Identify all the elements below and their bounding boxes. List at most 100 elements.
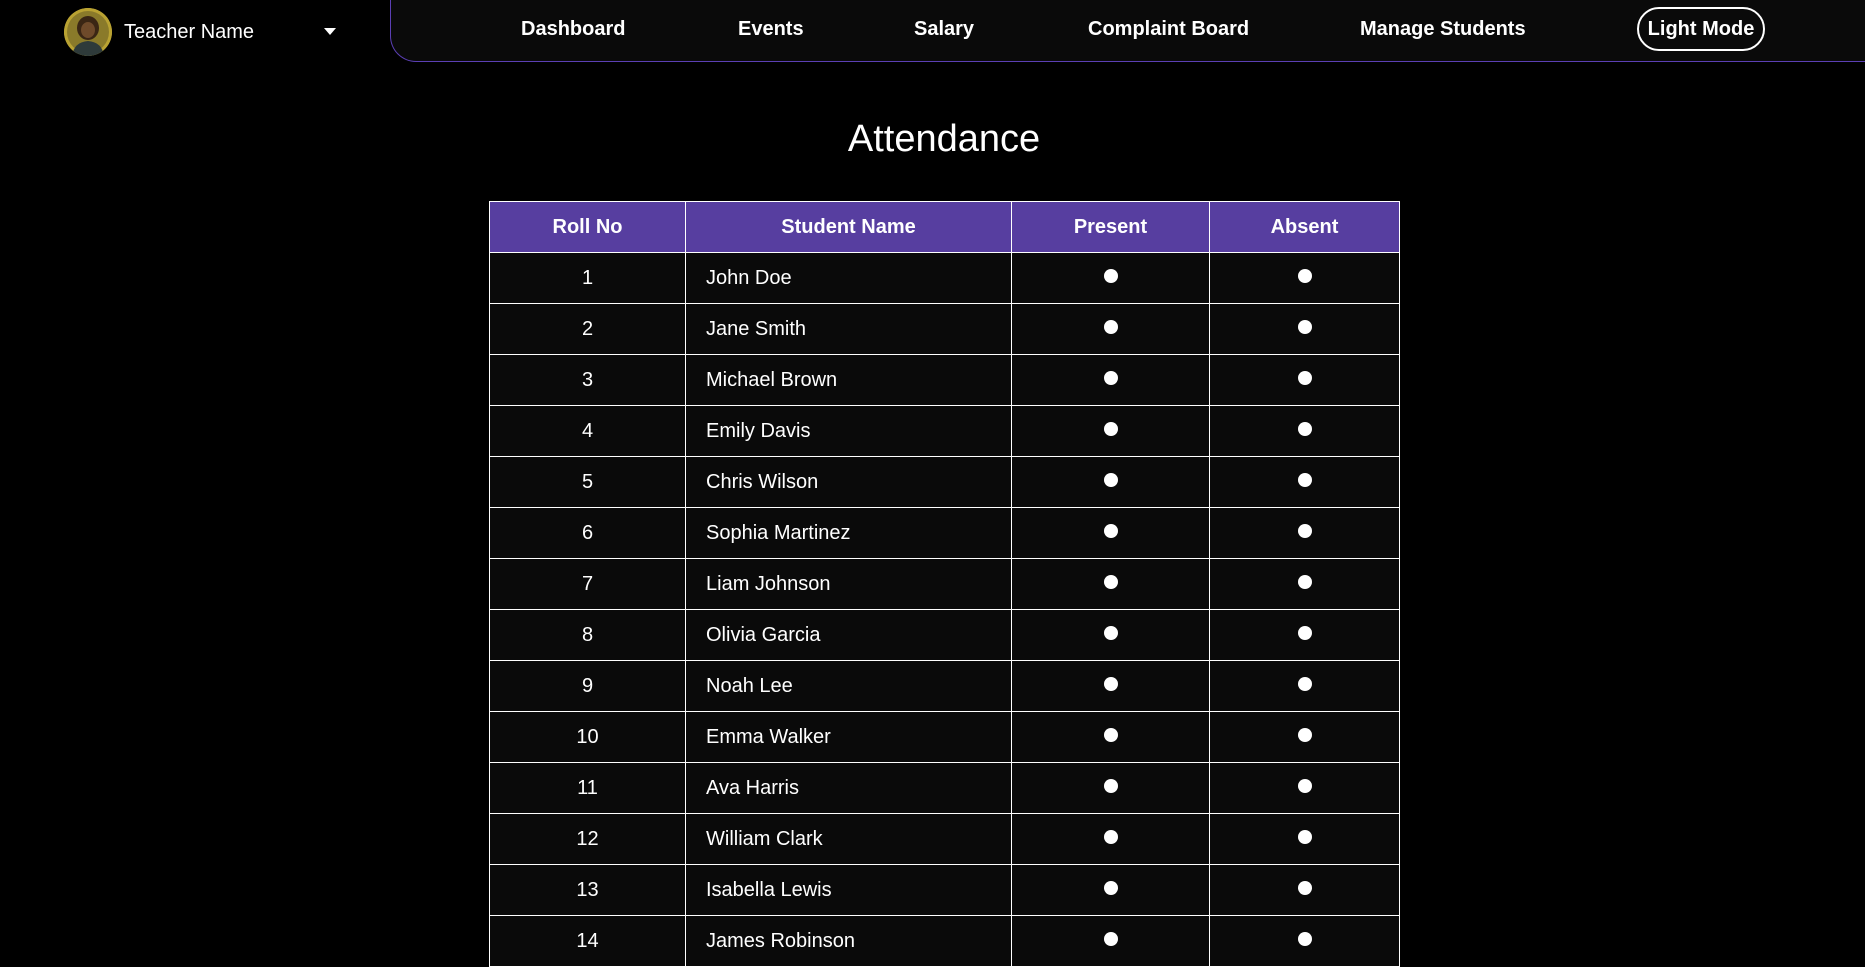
absent-radio[interactable] [1297, 473, 1312, 488]
present-cell [1011, 303, 1210, 355]
roll-no-cell: 11 [489, 762, 686, 814]
absent-cell [1209, 507, 1400, 559]
absent-cell [1209, 915, 1400, 967]
table-row: 9 Noah Lee [489, 660, 1400, 712]
nav-manage-students[interactable]: Manage Students [1360, 18, 1526, 41]
present-radio[interactable] [1103, 473, 1118, 488]
absent-cell [1209, 303, 1400, 355]
absent-radio[interactable] [1297, 422, 1312, 437]
absent-radio[interactable] [1297, 320, 1312, 335]
absent-cell [1209, 762, 1400, 814]
profile-dropdown-button[interactable] [323, 24, 337, 38]
table-row: 12 William Clark [489, 813, 1400, 865]
absent-radio[interactable] [1297, 371, 1312, 386]
absent-radio[interactable] [1297, 728, 1312, 743]
student-name-cell: Isabella Lewis [685, 864, 1012, 916]
header-roll-no: Roll No [489, 201, 686, 253]
present-cell [1011, 354, 1210, 406]
student-name-cell: Ava Harris [685, 762, 1012, 814]
roll-no-cell: 12 [489, 813, 686, 865]
roll-no-cell: 3 [489, 354, 686, 406]
nav-complaint-board[interactable]: Complaint Board [1088, 18, 1249, 41]
student-name-cell: James Robinson [685, 915, 1012, 967]
absent-cell [1209, 456, 1400, 508]
absent-radio[interactable] [1297, 269, 1312, 284]
roll-no-cell: 2 [489, 303, 686, 355]
present-cell [1011, 915, 1210, 967]
student-name-cell: Michael Brown [685, 354, 1012, 406]
present-cell [1011, 456, 1210, 508]
present-radio[interactable] [1103, 677, 1118, 692]
roll-no-cell: 14 [489, 915, 686, 967]
absent-cell [1209, 354, 1400, 406]
present-radio[interactable] [1103, 371, 1118, 386]
caret-down-icon [324, 28, 336, 35]
nav-salary[interactable]: Salary [914, 18, 974, 41]
teacher-name: Teacher Name [124, 20, 255, 43]
roll-no-cell: 5 [489, 456, 686, 508]
present-cell [1011, 711, 1210, 763]
avatar[interactable] [64, 8, 112, 56]
table-row: 3 Michael Brown [489, 354, 1400, 406]
absent-radio[interactable] [1297, 881, 1312, 896]
roll-no-cell: 1 [489, 252, 686, 304]
present-radio[interactable] [1103, 779, 1118, 794]
attendance-body: 1 John Doe 2 Jane Smith 3 Michael Brown … [489, 252, 1400, 967]
header-present: Present [1011, 201, 1210, 253]
present-radio[interactable] [1103, 626, 1118, 641]
roll-no-cell: 13 [489, 864, 686, 916]
absent-radio[interactable] [1297, 524, 1312, 539]
absent-cell [1209, 864, 1400, 916]
absent-cell [1209, 558, 1400, 610]
table-row: 2 Jane Smith [489, 303, 1400, 355]
table-header-row: Roll No Student Name Present Absent [489, 201, 1400, 253]
present-cell [1011, 609, 1210, 661]
present-cell [1011, 864, 1210, 916]
present-radio[interactable] [1103, 932, 1118, 947]
table-row: 11 Ava Harris [489, 762, 1400, 814]
present-cell [1011, 813, 1210, 865]
table-row: 1 John Doe [489, 252, 1400, 304]
absent-radio[interactable] [1297, 932, 1312, 947]
absent-cell [1209, 660, 1400, 712]
absent-cell [1209, 813, 1400, 865]
absent-radio[interactable] [1297, 677, 1312, 692]
present-radio[interactable] [1103, 524, 1118, 539]
absent-radio[interactable] [1297, 626, 1312, 641]
teacher-profile[interactable]: Teacher Name [64, 8, 254, 56]
present-radio[interactable] [1103, 881, 1118, 896]
table-row: 10 Emma Walker [489, 711, 1400, 763]
present-cell [1011, 558, 1210, 610]
table-row: 7 Liam Johnson [489, 558, 1400, 610]
absent-cell [1209, 252, 1400, 304]
avatar-photo-icon [64, 8, 112, 56]
present-radio[interactable] [1103, 422, 1118, 437]
nav-dashboard[interactable]: Dashboard [521, 18, 625, 41]
present-cell [1011, 660, 1210, 712]
present-radio[interactable] [1103, 575, 1118, 590]
present-radio[interactable] [1103, 269, 1118, 284]
light-mode-toggle[interactable]: Light Mode [1637, 7, 1765, 51]
table-row: 6 Sophia Martinez [489, 507, 1400, 559]
student-name-cell: Olivia Garcia [685, 609, 1012, 661]
absent-cell [1209, 405, 1400, 457]
student-name-cell: Noah Lee [685, 660, 1012, 712]
page-title: Attendance [847, 118, 1041, 160]
table-row: 13 Isabella Lewis [489, 864, 1400, 916]
present-cell [1011, 252, 1210, 304]
table-row: 8 Olivia Garcia [489, 609, 1400, 661]
student-name-cell: Chris Wilson [685, 456, 1012, 508]
roll-no-cell: 10 [489, 711, 686, 763]
present-radio[interactable] [1103, 830, 1118, 845]
absent-radio[interactable] [1297, 830, 1312, 845]
absent-radio[interactable] [1297, 575, 1312, 590]
present-radio[interactable] [1103, 320, 1118, 335]
roll-no-cell: 6 [489, 507, 686, 559]
nav-events[interactable]: Events [738, 18, 804, 41]
header-student-name: Student Name [685, 201, 1012, 253]
roll-no-cell: 7 [489, 558, 686, 610]
present-radio[interactable] [1103, 728, 1118, 743]
absent-radio[interactable] [1297, 779, 1312, 794]
student-name-cell: William Clark [685, 813, 1012, 865]
student-name-cell: Emily Davis [685, 405, 1012, 457]
